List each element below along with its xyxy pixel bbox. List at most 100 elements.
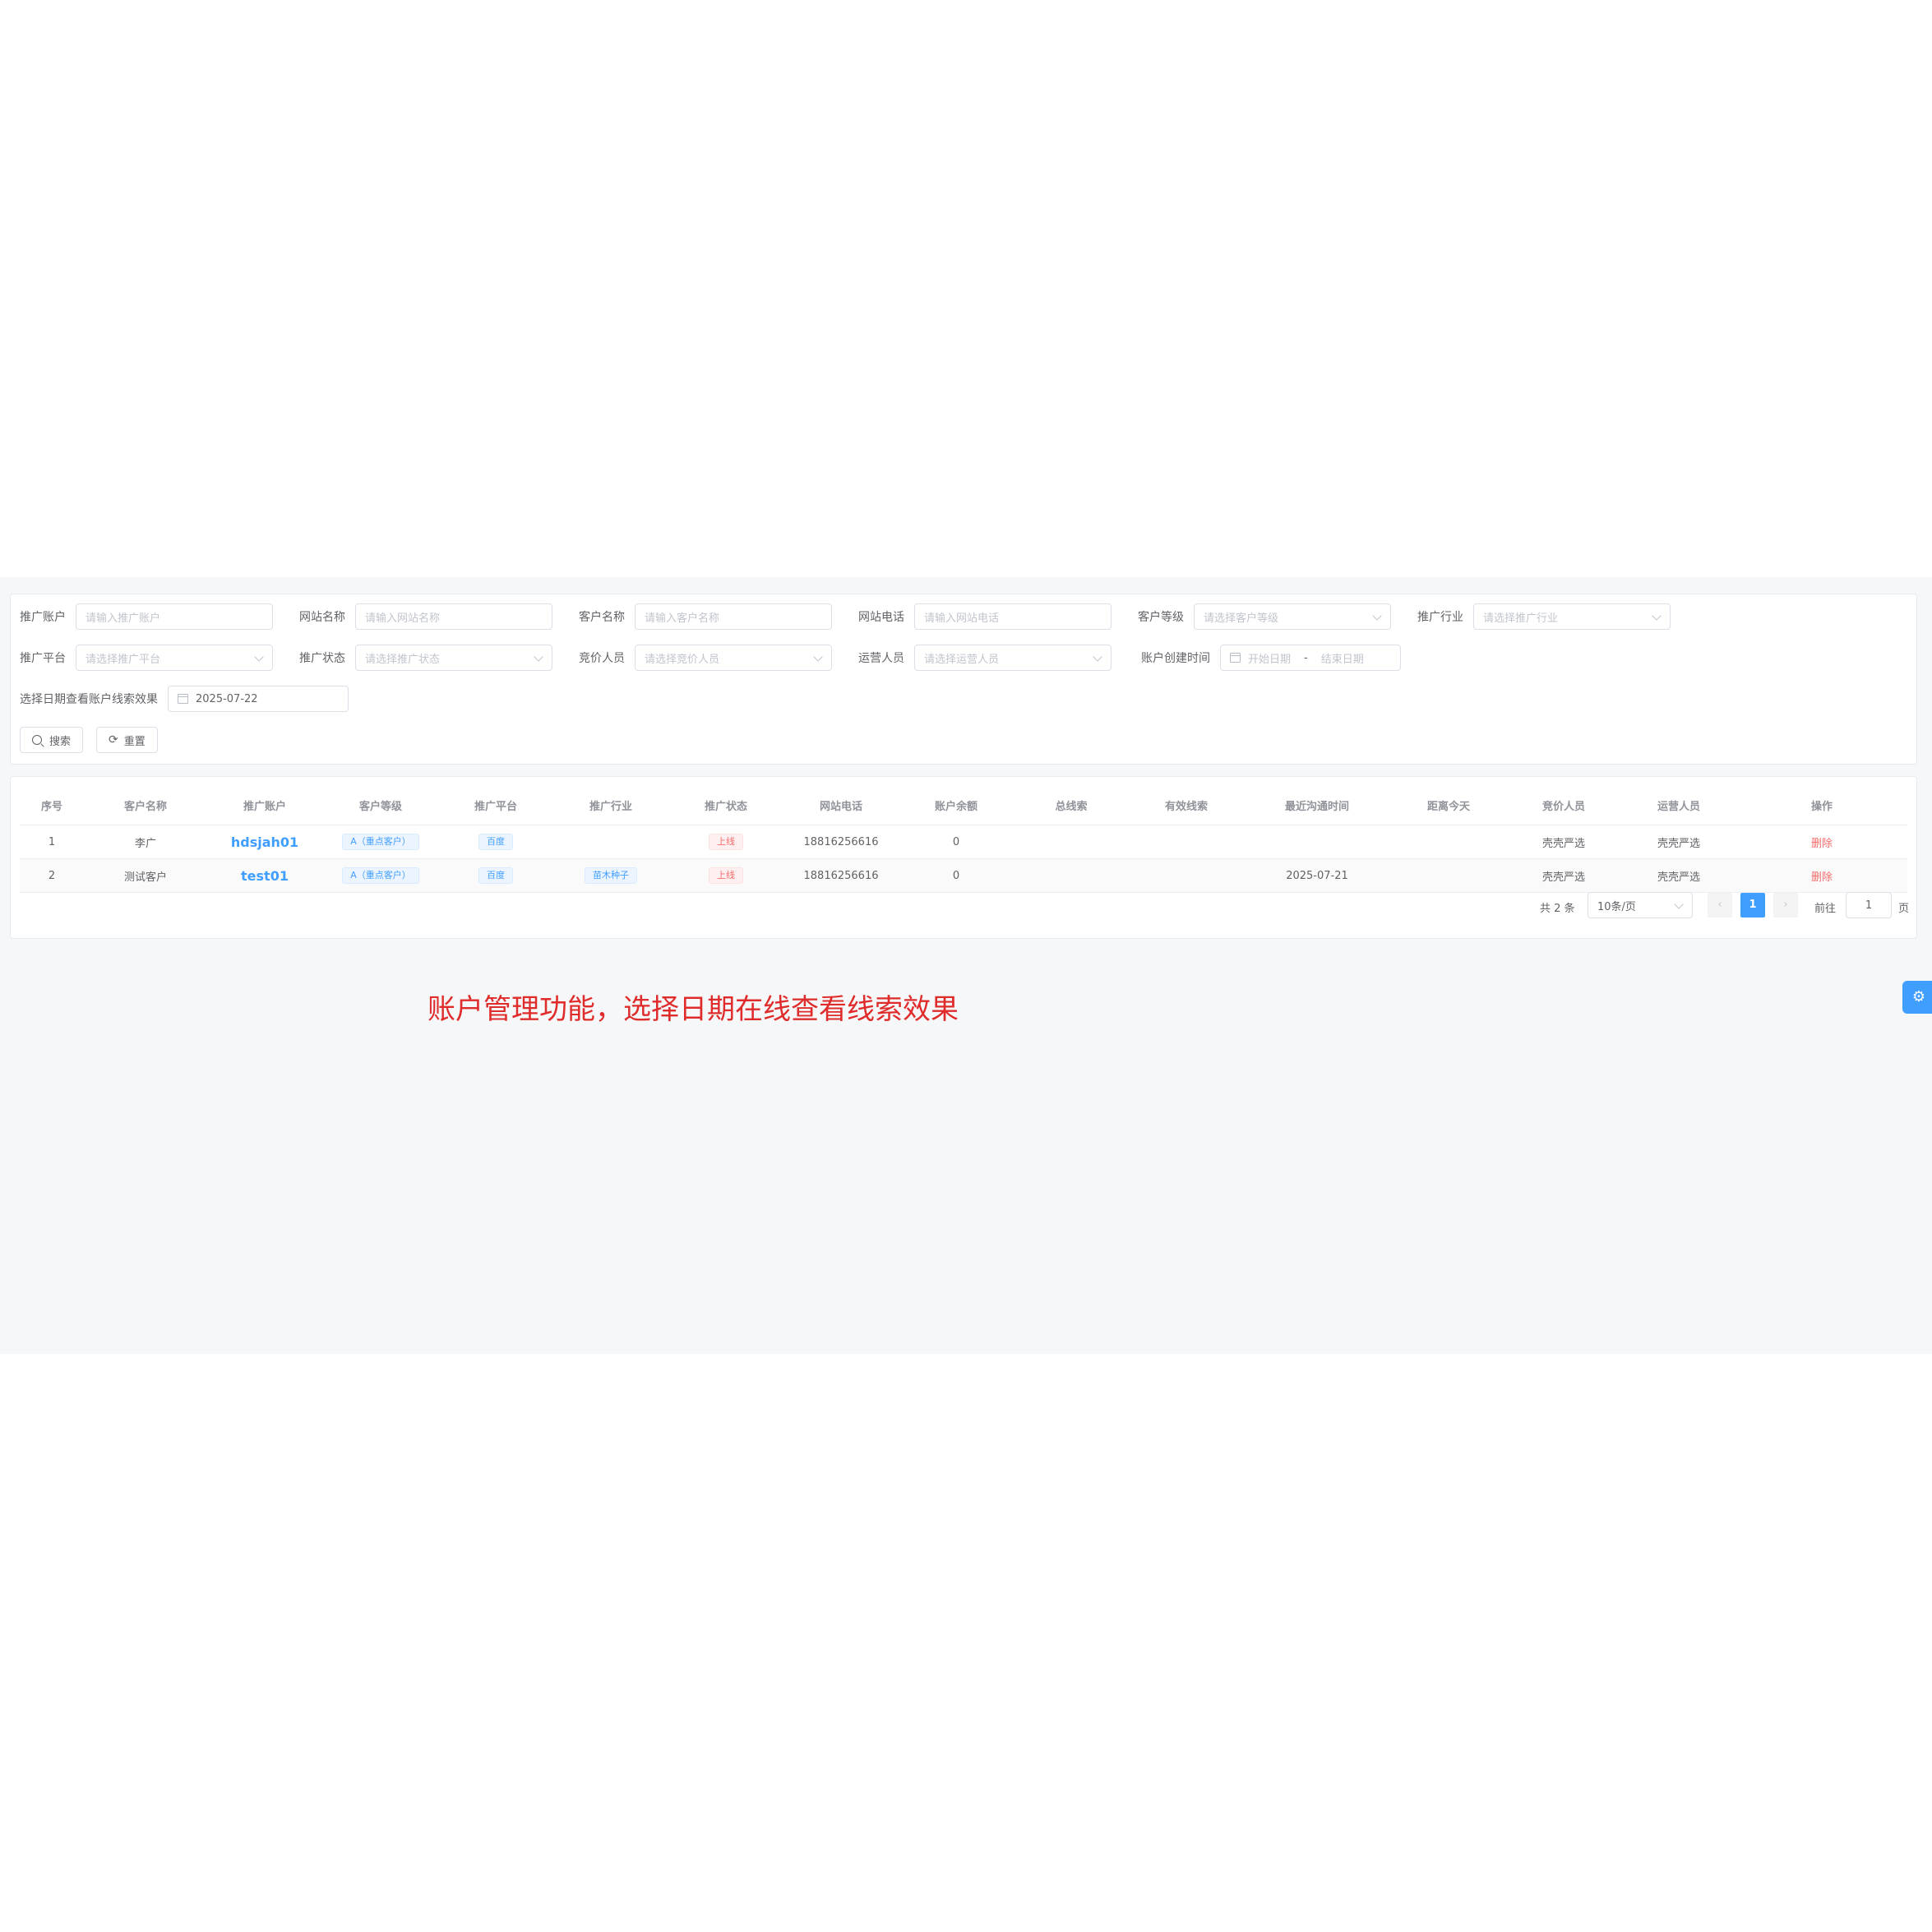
bidder-cell: 壳壳严选 bbox=[1506, 858, 1621, 893]
status-tag: 上线 bbox=[709, 867, 743, 884]
search-form-panel: 推广账户 请输入推广账户 网站名称 请输入网站名称 客户名称 请输入客户名称 网… bbox=[10, 594, 1917, 765]
column-header: 推广平台 bbox=[439, 785, 552, 825]
customer-level-select[interactable]: 请选择客户等级 bbox=[1194, 603, 1391, 630]
filter-created-range: 账户创建时间 开始日期 - 结束日期 bbox=[1141, 644, 1401, 672]
operator-select[interactable]: 请选择运营人员 bbox=[914, 645, 1112, 671]
column-header: 客户名称 bbox=[84, 785, 207, 825]
column-header: 账户余额 bbox=[899, 785, 1013, 825]
accounts-table: 序号 客户名称 推广账户 客户等级 推广平台 推广行业 推广状态 网站电话 账户… bbox=[20, 785, 1907, 893]
delete-button[interactable]: 删除 bbox=[1811, 871, 1833, 884]
field-label: 网站电话 bbox=[858, 611, 904, 624]
last-contact-cell: 2025-07-21 bbox=[1243, 858, 1391, 893]
customer-name-input[interactable]: 请输入客户名称 bbox=[635, 603, 832, 630]
field-label: 客户名称 bbox=[579, 611, 625, 624]
prev-page-button[interactable]: ‹ bbox=[1708, 893, 1732, 917]
last-contact-cell bbox=[1243, 825, 1391, 859]
filter-customer-name: 客户名称 请输入客户名称 bbox=[579, 603, 832, 631]
search-button[interactable]: 搜索 bbox=[20, 727, 84, 753]
customer-name-cell: 测试客户 bbox=[84, 858, 207, 893]
promo-platform-select[interactable]: 请选择推广平台 bbox=[76, 645, 273, 671]
goto-page-input[interactable]: 1 bbox=[1846, 892, 1892, 918]
lead-date-picker[interactable]: 2025-07-22 bbox=[168, 686, 349, 712]
column-header: 客户等级 bbox=[322, 785, 439, 825]
promo-status-select[interactable]: 请选择推广状态 bbox=[355, 645, 552, 671]
annotation-caption: 账户管理功能，选择日期在线查看线索效果 bbox=[428, 993, 959, 1026]
level-cell: A（重点客户） bbox=[322, 858, 439, 893]
chevron-down-icon bbox=[1652, 611, 1662, 621]
field-label: 推广平台 bbox=[20, 652, 66, 665]
field-label: 客户等级 bbox=[1138, 611, 1184, 624]
next-page-button[interactable]: › bbox=[1773, 893, 1798, 917]
operator-cell: 壳壳严选 bbox=[1621, 825, 1736, 859]
site-name-input[interactable]: 请输入网站名称 bbox=[355, 603, 552, 630]
reset-button[interactable]: ⟳ 重置 bbox=[96, 727, 158, 753]
industry-tag: 苗木种子 bbox=[585, 867, 637, 884]
promo-account-input[interactable]: 请输入推广账户 bbox=[76, 603, 273, 630]
row-index: 1 bbox=[20, 825, 84, 859]
column-header: 推广账户 bbox=[207, 785, 322, 825]
field-label: 网站名称 bbox=[299, 611, 345, 624]
table-row: 2 测试客户 test01 A（重点客户） 百度 苗木种子 上线 1881625… bbox=[20, 858, 1907, 893]
page-size-select[interactable]: 10条/页 bbox=[1588, 892, 1693, 918]
column-header: 竞价人员 bbox=[1506, 785, 1621, 825]
phone-cell: 18816256616 bbox=[783, 858, 899, 893]
page-number-1[interactable]: 1 bbox=[1740, 893, 1765, 917]
phone-cell: 18816256616 bbox=[783, 825, 899, 859]
calendar-icon bbox=[1230, 653, 1241, 663]
field-label: 推广状态 bbox=[299, 652, 345, 665]
promo-industry-select[interactable]: 请选择推广行业 bbox=[1473, 603, 1671, 630]
app-area: 推广账户 请输入推广账户 网站名称 请输入网站名称 客户名称 请输入客户名称 网… bbox=[0, 577, 1932, 1354]
bidder-cell: 壳壳严选 bbox=[1506, 825, 1621, 859]
column-header: 序号 bbox=[20, 785, 84, 825]
filter-customer-level: 客户等级 请选择客户等级 bbox=[1138, 603, 1391, 631]
table-header-row: 序号 客户名称 推广账户 客户等级 推广平台 推广行业 推广状态 网站电话 账户… bbox=[20, 785, 1907, 825]
pagination-total: 共 2 条 bbox=[1540, 903, 1575, 915]
column-header: 推广状态 bbox=[669, 785, 783, 825]
filter-site-name: 网站名称 请输入网站名称 bbox=[299, 603, 552, 631]
filter-promo-industry: 推广行业 请选择推广行业 bbox=[1417, 603, 1671, 631]
table-row: 1 李广 hdsjah01 A（重点客户） 百度 上线 18816256616 … bbox=[20, 825, 1907, 859]
table-panel: 序号 客户名称 推广账户 客户等级 推广平台 推广行业 推广状态 网站电话 账户… bbox=[10, 776, 1917, 939]
delete-button[interactable]: 删除 bbox=[1811, 838, 1833, 850]
platform-cell: 百度 bbox=[439, 825, 552, 859]
column-header: 操作 bbox=[1736, 785, 1907, 825]
column-header: 推广行业 bbox=[552, 785, 669, 825]
field-label: 运营人员 bbox=[858, 652, 904, 665]
created-date-range[interactable]: 开始日期 - 结束日期 bbox=[1220, 645, 1401, 671]
chevron-down-icon bbox=[1674, 899, 1684, 909]
filter-bidder: 竞价人员 请选择竞价人员 bbox=[579, 644, 832, 672]
level-cell: A（重点客户） bbox=[322, 825, 439, 859]
chevron-down-icon bbox=[254, 652, 264, 662]
days-since-cell bbox=[1391, 825, 1506, 859]
filter-site-phone: 网站电话 请输入网站电话 bbox=[858, 603, 1112, 631]
column-header: 总线索 bbox=[1013, 785, 1130, 825]
account-cell: hdsjah01 bbox=[207, 825, 322, 859]
operator-cell: 壳壳严选 bbox=[1621, 858, 1736, 893]
refresh-icon: ⟳ bbox=[109, 733, 118, 746]
filter-promo-account: 推广账户 请输入推广账户 bbox=[20, 603, 273, 631]
account-link[interactable]: hdsjah01 bbox=[231, 834, 298, 850]
balance-cell: 0 bbox=[899, 825, 1013, 859]
filter-promo-status: 推广状态 请选择推广状态 bbox=[299, 644, 552, 672]
days-since-cell bbox=[1391, 858, 1506, 893]
goto-label: 前往 bbox=[1814, 903, 1837, 915]
site-phone-input[interactable]: 请输入网站电话 bbox=[914, 603, 1112, 630]
platform-tag: 百度 bbox=[478, 834, 513, 850]
calendar-icon bbox=[178, 694, 188, 704]
gear-icon: ⚙ bbox=[1911, 988, 1926, 1005]
total-leads-cell bbox=[1013, 825, 1130, 859]
settings-float-button[interactable]: ⚙ bbox=[1902, 981, 1932, 1014]
row-index: 2 bbox=[20, 858, 84, 893]
valid-leads-cell bbox=[1130, 825, 1243, 859]
platform-cell: 百度 bbox=[439, 858, 552, 893]
field-label: 竞价人员 bbox=[579, 652, 625, 665]
status-cell: 上线 bbox=[669, 825, 783, 859]
page-unit-label: 页 bbox=[1898, 903, 1910, 915]
status-cell: 上线 bbox=[669, 858, 783, 893]
level-tag: A（重点客户） bbox=[342, 834, 419, 850]
bidder-select[interactable]: 请选择竞价人员 bbox=[635, 645, 832, 671]
chevron-down-icon bbox=[813, 652, 823, 662]
level-tag: A（重点客户） bbox=[342, 867, 419, 884]
column-header: 运营人员 bbox=[1621, 785, 1736, 825]
account-link[interactable]: test01 bbox=[241, 868, 289, 884]
